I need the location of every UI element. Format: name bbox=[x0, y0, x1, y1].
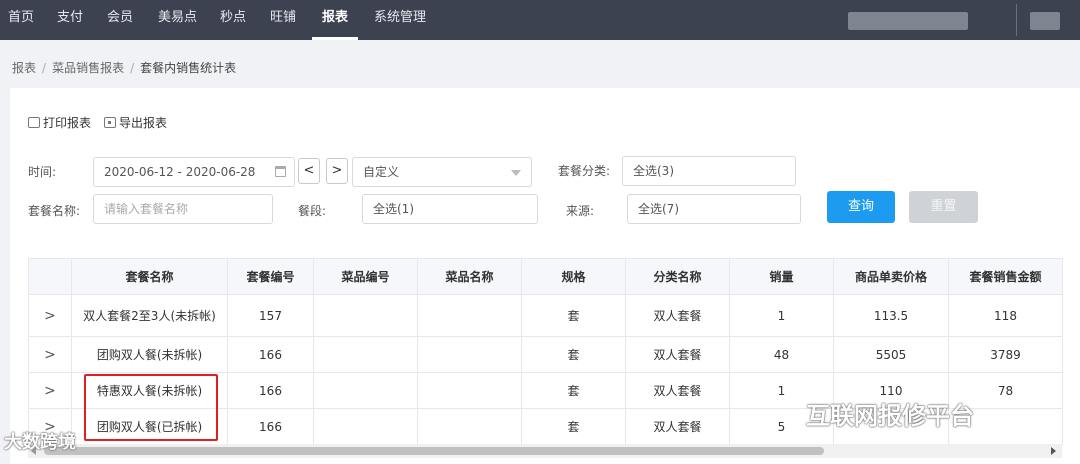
cell-unit-price: 113.5 bbox=[833, 294, 949, 337]
meal-period-label: 餐段: bbox=[298, 204, 327, 218]
cell-package-code: 166 bbox=[227, 408, 314, 445]
cell-category: 双人套餐 bbox=[625, 408, 730, 445]
breadcrumb-separator: / bbox=[42, 61, 47, 75]
cell-package-code: 166 bbox=[227, 336, 314, 373]
range-select[interactable]: 自定义 bbox=[352, 157, 532, 187]
breadcrumb-reports[interactable]: 报表 bbox=[12, 59, 36, 76]
breadcrumb: 报表 / 菜品销售报表 / 套餐内销售统计表 bbox=[12, 59, 236, 76]
calendar-icon bbox=[275, 166, 286, 177]
category-label: 套餐分类: bbox=[558, 164, 611, 178]
column-header-amount: 套餐销售金额 bbox=[948, 258, 1063, 295]
breadcrumb-dish-sales[interactable]: 菜品销售报表 bbox=[52, 59, 124, 76]
print-report-label: 打印报表 bbox=[43, 116, 92, 130]
horizontal-scrollbar[interactable] bbox=[28, 444, 1062, 458]
row-expand-chevron-icon[interactable]: > bbox=[28, 294, 72, 337]
scrollbar-thumb[interactable] bbox=[44, 447, 824, 455]
column-header-spec: 规格 bbox=[521, 258, 626, 295]
watermark-right: 互联网报修平台 bbox=[806, 402, 974, 430]
nav-divider bbox=[1016, 4, 1017, 36]
table-row: > 团购双人餐(未拆帐) 166 套 双人套餐 48 5505 3789 bbox=[28, 336, 1063, 373]
cell-dish-code bbox=[313, 408, 418, 445]
export-report-button[interactable]: 导出报表 bbox=[104, 114, 167, 131]
meal-period-select[interactable]: 全选(1) bbox=[362, 194, 538, 224]
range-select-value: 自定义 bbox=[363, 165, 400, 179]
time-label: 时间: bbox=[28, 165, 57, 179]
cell-dish-code bbox=[313, 336, 418, 373]
nav-item-meiyidian[interactable]: 美易点 bbox=[158, 0, 197, 40]
cell-package-name: 团购双人餐(未拆帐) bbox=[71, 336, 228, 373]
package-name-label: 套餐名称: bbox=[28, 204, 81, 218]
cell-package-name: 双人套餐2至3人(未拆帐) bbox=[71, 294, 228, 337]
highlight-annotation-box bbox=[84, 374, 218, 441]
cell-spec: 套 bbox=[521, 294, 626, 337]
source-label: 来源: bbox=[566, 204, 595, 218]
cell-dish-name bbox=[417, 294, 522, 337]
nav-item-reports[interactable]: 报表 bbox=[312, 0, 358, 40]
printer-icon bbox=[28, 117, 40, 128]
cell-category: 双人套餐 bbox=[625, 372, 730, 409]
cell-quantity: 1 bbox=[729, 294, 834, 337]
cell-amount: 3789 bbox=[948, 336, 1063, 373]
cell-unit-price: 5505 bbox=[833, 336, 949, 373]
column-header-dish-code: 菜品编号 bbox=[313, 258, 418, 295]
nav-item-miaodian[interactable]: 秒点 bbox=[220, 0, 246, 40]
nav-item-home[interactable]: 首页 bbox=[8, 0, 34, 40]
cell-amount: 118 bbox=[948, 294, 1063, 337]
source-select[interactable]: 全选(7) bbox=[627, 194, 801, 224]
cell-package-code: 166 bbox=[227, 372, 314, 409]
next-period-button[interactable]: > bbox=[326, 158, 348, 184]
nav-item-system[interactable]: 系统管理 bbox=[374, 0, 426, 40]
cell-dish-name bbox=[417, 372, 522, 409]
cell-dish-name bbox=[417, 408, 522, 445]
breadcrumb-separator: / bbox=[130, 61, 135, 75]
cell-spec: 套 bbox=[521, 408, 626, 445]
reset-button[interactable]: 重置 bbox=[909, 191, 978, 223]
print-report-button[interactable]: 打印报表 bbox=[28, 114, 91, 131]
avatar[interactable] bbox=[1030, 12, 1060, 30]
top-navigation: 首页 支付 会员 美易点 秒点 旺铺 报表 系统管理 bbox=[0, 0, 1080, 40]
watermark-left: 大数跨境 bbox=[4, 432, 76, 453]
column-header-dish-name: 菜品名称 bbox=[417, 258, 522, 295]
cell-quantity: 48 bbox=[729, 336, 834, 373]
row-expand-chevron-icon[interactable]: > bbox=[28, 372, 72, 409]
breadcrumb-current: 套餐内销售统计表 bbox=[140, 61, 237, 75]
date-range-input[interactable]: 2020-06-12 - 2020-06-28 bbox=[93, 157, 295, 187]
export-icon bbox=[104, 117, 116, 128]
column-header-category: 分类名称 bbox=[625, 258, 730, 295]
column-header-unit-price: 商品单卖价格 bbox=[833, 258, 949, 295]
prev-period-button[interactable]: < bbox=[298, 158, 320, 184]
cell-category: 双人套餐 bbox=[625, 294, 730, 337]
column-header-package-name: 套餐名称 bbox=[71, 258, 228, 295]
export-report-label: 导出报表 bbox=[119, 116, 168, 130]
table-row: > 双人套餐2至3人(未拆帐) 157 套 双人套餐 1 113.5 118 bbox=[28, 294, 1063, 337]
date-range-value: 2020-06-12 - 2020-06-28 bbox=[104, 165, 256, 179]
row-expand-chevron-icon[interactable]: > bbox=[28, 336, 72, 373]
chevron-down-icon bbox=[511, 170, 521, 176]
cell-dish-name bbox=[417, 336, 522, 373]
cell-category: 双人套餐 bbox=[625, 336, 730, 373]
scroll-right-arrow-icon[interactable] bbox=[1051, 447, 1056, 455]
category-select[interactable]: 全选(3) bbox=[622, 156, 796, 186]
cell-package-code: 157 bbox=[227, 294, 314, 337]
column-header-package-code: 套餐编号 bbox=[227, 258, 314, 295]
table-header-row: 套餐名称 套餐编号 菜品编号 菜品名称 规格 分类名称 销量 商品单卖价格 套餐… bbox=[28, 258, 1063, 295]
nav-item-wangpu[interactable]: 旺铺 bbox=[270, 0, 296, 40]
nav-item-payment[interactable]: 支付 bbox=[57, 0, 83, 40]
cell-dish-code bbox=[313, 294, 418, 337]
user-info-blurred[interactable] bbox=[848, 12, 968, 30]
column-header-quantity: 销量 bbox=[729, 258, 834, 295]
cell-spec: 套 bbox=[521, 336, 626, 373]
column-header-expand bbox=[28, 258, 72, 295]
nav-item-member[interactable]: 会员 bbox=[107, 0, 133, 40]
cell-spec: 套 bbox=[521, 372, 626, 409]
cell-dish-code bbox=[313, 372, 418, 409]
query-button[interactable]: 查询 bbox=[827, 191, 895, 223]
package-name-input[interactable]: 请输入套餐名称 bbox=[93, 194, 273, 224]
